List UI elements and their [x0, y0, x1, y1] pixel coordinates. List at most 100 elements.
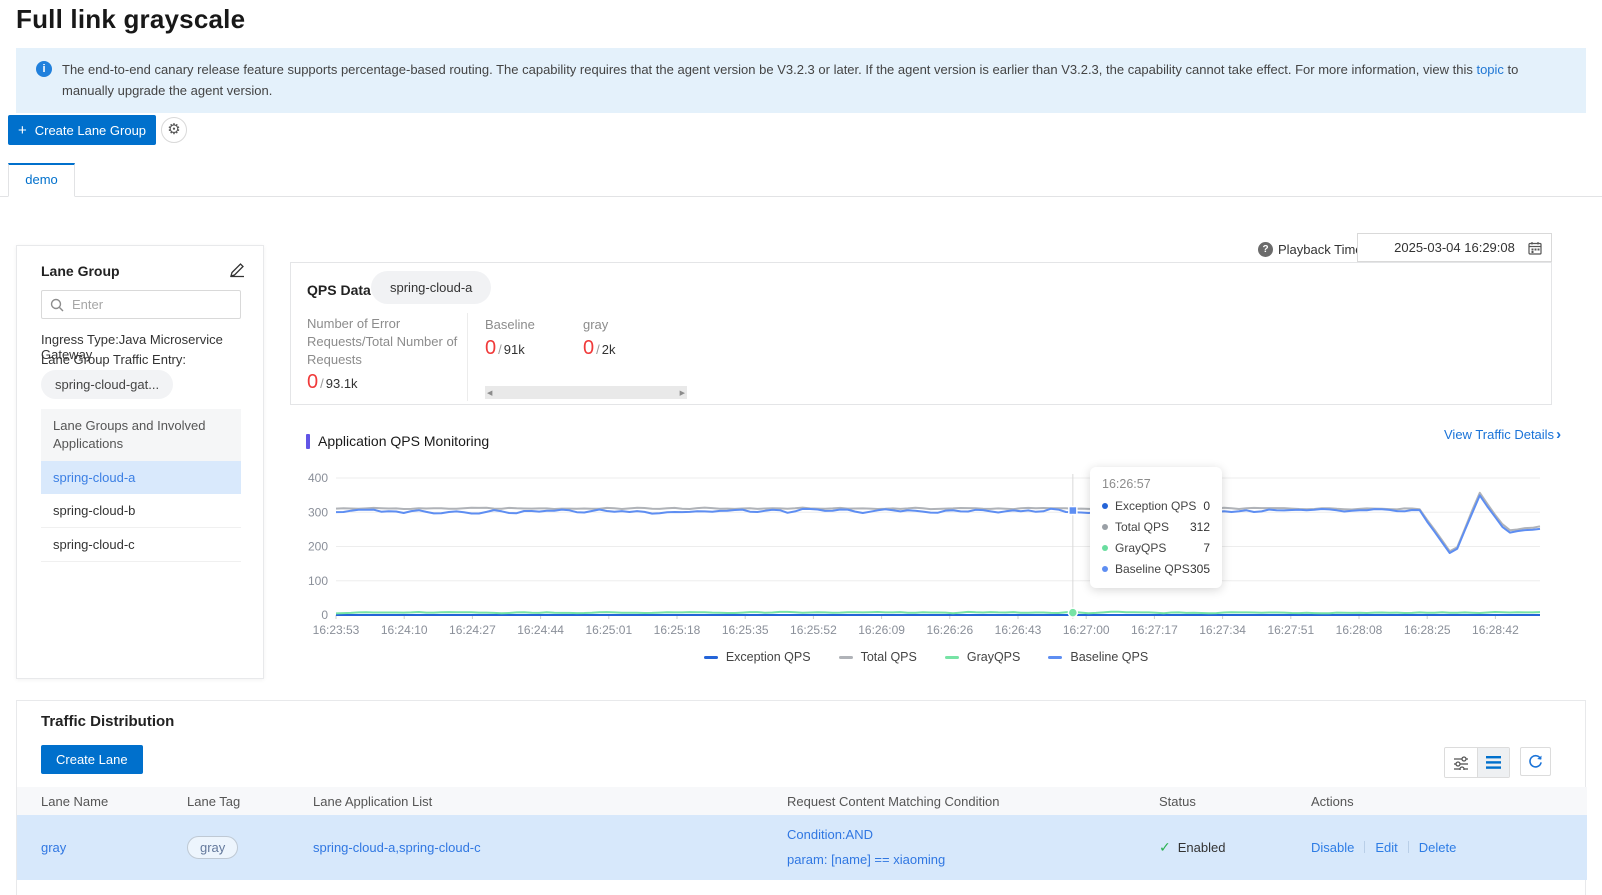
edit-pencil-icon[interactable]	[229, 262, 245, 278]
legend-dash-icon	[838, 655, 853, 659]
search-input[interactable]	[72, 297, 212, 312]
tooltip-series-value: 312	[1189, 520, 1210, 534]
playback-time-label: Playback Time	[1278, 242, 1363, 257]
tooltip-row: Exception QPS 0	[1102, 499, 1210, 513]
plus-icon: +	[17, 121, 27, 139]
lane-tag-cell: gray	[187, 836, 313, 859]
y-axis-tick: 400	[308, 471, 328, 485]
y-axis-tick: 300	[308, 505, 328, 519]
tooltip-time: 16:26:57	[1102, 477, 1151, 491]
calendar-icon[interactable]	[1528, 241, 1542, 255]
actions-cell: Disable Edit Delete	[1311, 840, 1587, 855]
filter-settings-icon[interactable]	[1445, 748, 1477, 777]
baseline-total-count: 91k	[503, 342, 525, 357]
lane-item-spring-cloud-b[interactable]: spring-cloud-b	[41, 494, 241, 529]
tooltip-series-label: GrayQPS	[1115, 541, 1167, 555]
chart-legend: Exception QPS Total QPS GrayQPS Baseline QP…	[300, 650, 1552, 664]
tooltip-series-value: 305	[1189, 562, 1210, 576]
tooltip-series-label: Total QPS	[1115, 520, 1170, 534]
baseline-value: 0/91k	[485, 337, 525, 359]
gray-error-count: 0	[583, 337, 595, 359]
scroll-left-icon[interactable]: ◀	[487, 389, 492, 397]
legend-item-baseline-qps[interactable]: Baseline QPS	[1048, 650, 1148, 664]
legend-label: GrayQPS	[966, 650, 1021, 664]
banner-topic-link[interactable]: topic	[1476, 62, 1503, 77]
chevron-right-icon: ›	[1556, 426, 1562, 443]
lane-application-list-cell[interactable]: spring-cloud-a,spring-cloud-c	[313, 840, 787, 855]
x-axis-tick: 16:24:10	[381, 623, 428, 637]
list-view-icon[interactable]	[1477, 748, 1509, 777]
scroll-right-icon[interactable]: ▶	[680, 389, 685, 397]
legend-dash-icon	[1048, 655, 1063, 659]
refresh-icon[interactable]	[1520, 747, 1551, 776]
lane-group-panel: Lane Group Ingress Type:Java Microservic…	[16, 245, 264, 679]
playback-time-picker[interactable]	[1357, 233, 1552, 262]
info-banner: i The end-to-end canary release feature …	[16, 48, 1586, 113]
lane-group-panel-title: Lane Group	[41, 263, 120, 279]
x-axis-tick: 16:25:01	[585, 623, 632, 637]
lane-name-cell[interactable]: gray	[41, 840, 187, 855]
x-axis-tick: 16:27:51	[1267, 623, 1314, 637]
edit-action-link[interactable]: Edit	[1375, 840, 1397, 855]
lane-item-spring-cloud-a[interactable]: spring-cloud-a	[41, 461, 241, 495]
full-link-grayscale-page: Full link grayscale i The end-to-end can…	[0, 0, 1602, 895]
col-actions: Actions	[1311, 793, 1354, 809]
horizontal-scrollbar[interactable]: ◀ ▶	[485, 386, 687, 399]
tooltip-series-label: Baseline QPS	[1115, 562, 1190, 576]
playback-time-input[interactable]	[1384, 240, 1525, 255]
x-axis-tick: 16:27:17	[1131, 623, 1178, 637]
lane-item-spring-cloud-c[interactable]: spring-cloud-c	[41, 528, 241, 563]
traffic-distribution-title: Traffic Distribution	[41, 713, 175, 730]
traffic-entry-label: Lane Group Traffic Entry:	[41, 352, 186, 367]
error-requests-label: Number of Error Requests/Total Number of…	[307, 316, 458, 368]
condition-type: Condition:AND	[787, 826, 873, 842]
table-row[interactable]: gray gray spring-cloud-a,spring-cloud-c …	[17, 815, 1587, 880]
tooltip-row: Baseline QPS 305	[1102, 562, 1210, 576]
traffic-entry-tag[interactable]: spring-cloud-gat...	[41, 370, 174, 399]
title-accent-bar	[306, 433, 310, 449]
col-status: Status	[1159, 793, 1196, 809]
legend-label: Total QPS	[860, 650, 917, 664]
tooltip-series-label: Exception QPS	[1115, 499, 1197, 513]
divider	[467, 313, 468, 401]
lane-app-list: Lane Groups and Involved Applications sp…	[41, 409, 241, 563]
traffic-distribution-card: Traffic Distribution Create Lane Lane Na…	[16, 700, 1587, 895]
x-axis-tick: 16:26:09	[858, 623, 905, 637]
request-condition-cell: Condition:AND param: [name] == xiaoming	[787, 823, 1159, 872]
lane-list-header: Lane Groups and Involved Applications	[41, 409, 241, 462]
tooltip-row: GrayQPS 7	[1102, 541, 1210, 555]
create-lane-button[interactable]: Create Lane	[41, 745, 143, 774]
legend-item-grayqps[interactable]: GrayQPS	[944, 650, 1021, 664]
chart-tooltip: 16:26:57 Exception QPS 0 Total QPS 312 GrayQ…	[1090, 467, 1222, 588]
delete-action-link[interactable]: Delete	[1419, 840, 1457, 855]
qps-app-tab-spring-cloud-a[interactable]: spring-cloud-a	[371, 271, 492, 304]
legend-item-exception-qps[interactable]: Exception QPS	[703, 650, 811, 664]
qps-data-title: QPS Data	[307, 282, 371, 298]
create-lane-group-label: Create Lane Group	[34, 122, 147, 138]
chart-title: Application QPS Monitoring	[318, 433, 490, 449]
legend-item-total-qps[interactable]: Total QPS	[838, 650, 917, 664]
info-icon: i	[36, 61, 52, 77]
table-toolbar	[1444, 747, 1551, 778]
lane-group-search[interactable]	[41, 290, 241, 319]
x-axis-tick: 16:27:34	[1199, 623, 1246, 637]
disable-action-link[interactable]: Disable	[1311, 840, 1354, 855]
qps-chart[interactable]: 0 100 200 300 400 16:23:53 16:24:10 16:24:27 16:…	[300, 468, 1552, 648]
legend-dash-icon	[944, 655, 959, 659]
divider	[1364, 841, 1366, 853]
create-lane-group-button[interactable]: + Create Lane Group	[8, 115, 156, 145]
help-icon[interactable]: ?	[1258, 242, 1273, 257]
view-traffic-details-link[interactable]: View Traffic Details ›	[1444, 426, 1561, 443]
tab-demo[interactable]: demo	[8, 163, 75, 197]
x-axis-tick: 16:27:00	[1063, 623, 1110, 637]
tooltip-series-dot	[1102, 524, 1108, 530]
x-axis-tick: 16:25:52	[790, 623, 837, 637]
y-axis-tick: 200	[308, 540, 328, 554]
tooltip-row: Total QPS 312	[1102, 520, 1210, 534]
table-header-row: Lane Name Lane Tag Lane Application List…	[17, 787, 1587, 815]
divider	[1407, 841, 1409, 853]
condition-param: param: [name] == xiaoming	[787, 851, 946, 867]
gear-icon[interactable]: ⚙	[161, 117, 187, 143]
gray-value: 0/2k	[583, 337, 616, 359]
lane-group-tabbar: demo	[0, 163, 1602, 197]
